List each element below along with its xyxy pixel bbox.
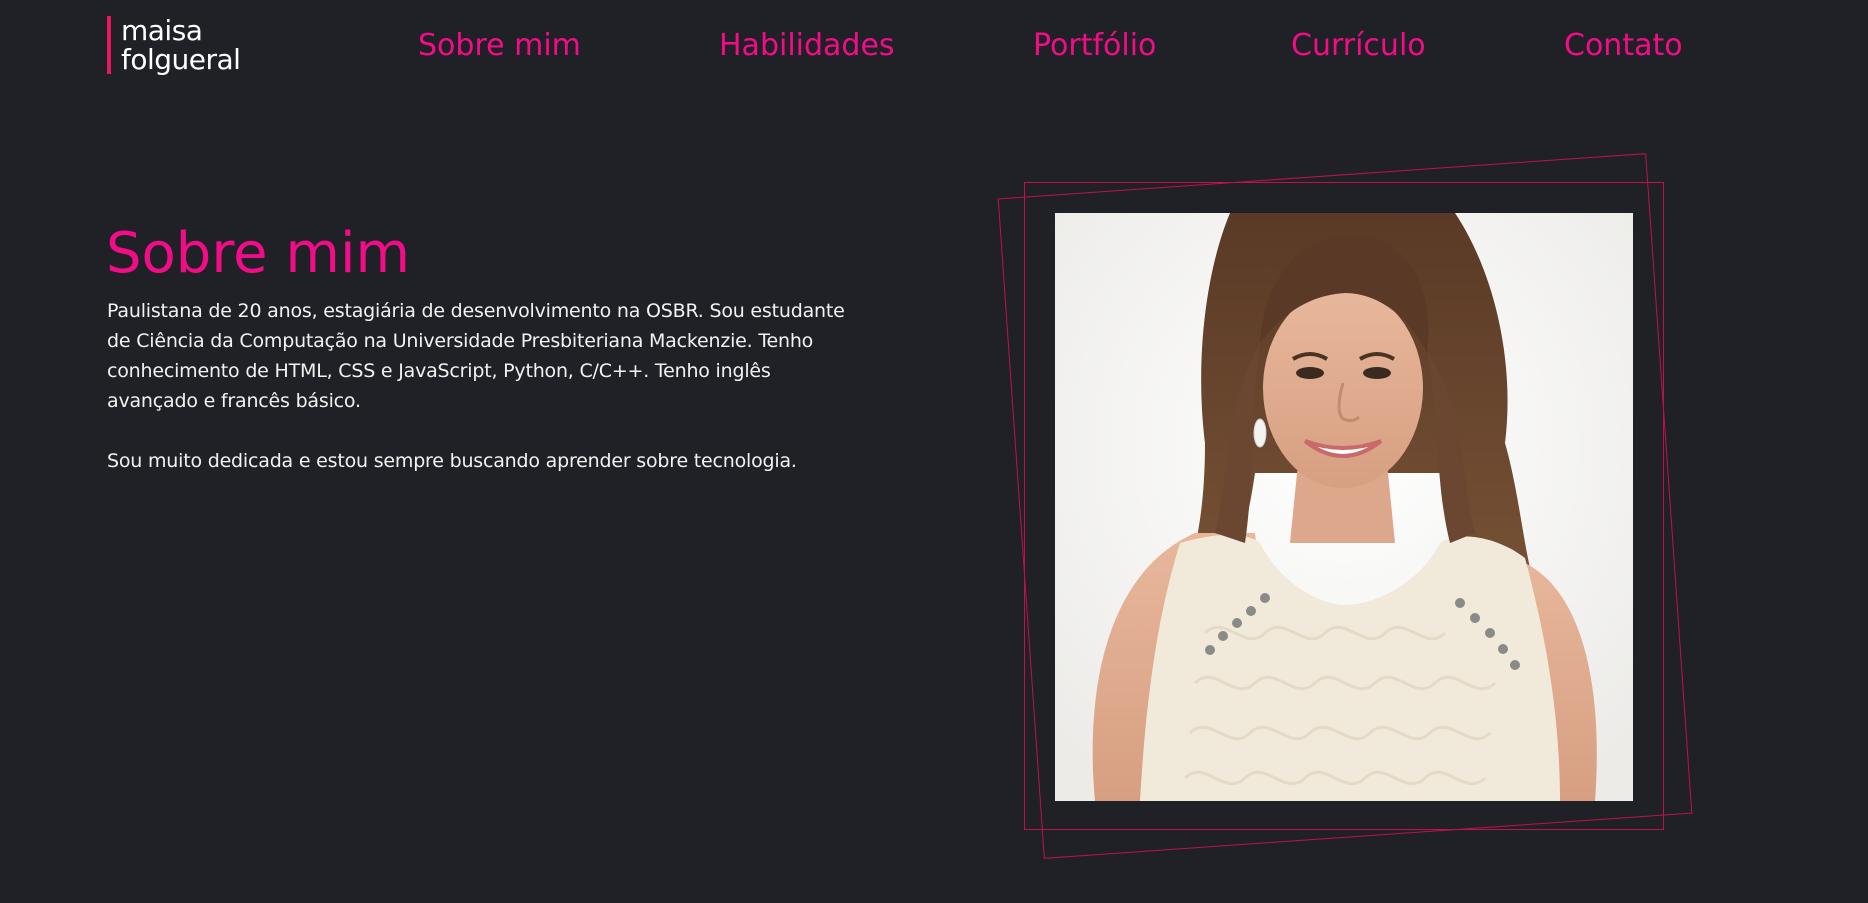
about-section-title: Sobre mim [106, 221, 411, 286]
profile-photo-area [990, 150, 1700, 870]
about-paragraph-2: Sou muito dedicada e estou sempre buscan… [107, 450, 797, 472]
main-navigation: Sobre mim Habilidades Portfólio Currícul… [0, 24, 1868, 68]
about-description: Paulistana de 20 anos, estagiária de des… [107, 296, 867, 506]
about-paragraph-1: Paulistana de 20 anos, estagiária de des… [107, 300, 845, 412]
nav-link-contact[interactable]: Contato [1564, 24, 1683, 68]
nav-link-resume[interactable]: Currículo [1291, 24, 1426, 68]
nav-link-skills[interactable]: Habilidades [719, 24, 895, 68]
nav-link-about[interactable]: Sobre mim [418, 24, 581, 68]
nav-link-portfolio[interactable]: Portfólio [1033, 24, 1156, 68]
profile-photo [1055, 213, 1633, 801]
profile-photo-illustration [1055, 213, 1633, 801]
